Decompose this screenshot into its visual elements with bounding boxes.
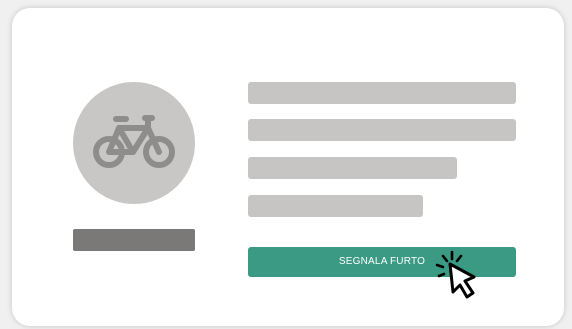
bicycle-icon (93, 115, 175, 168)
bike-avatar (73, 82, 195, 204)
text-placeholder-line-3 (248, 157, 457, 179)
text-placeholder-line-2 (248, 119, 516, 141)
pointer-click-icon (435, 250, 476, 299)
name-placeholder (73, 229, 195, 251)
text-placeholder-line-4 (248, 195, 423, 217)
text-placeholder-line-1 (248, 82, 516, 104)
